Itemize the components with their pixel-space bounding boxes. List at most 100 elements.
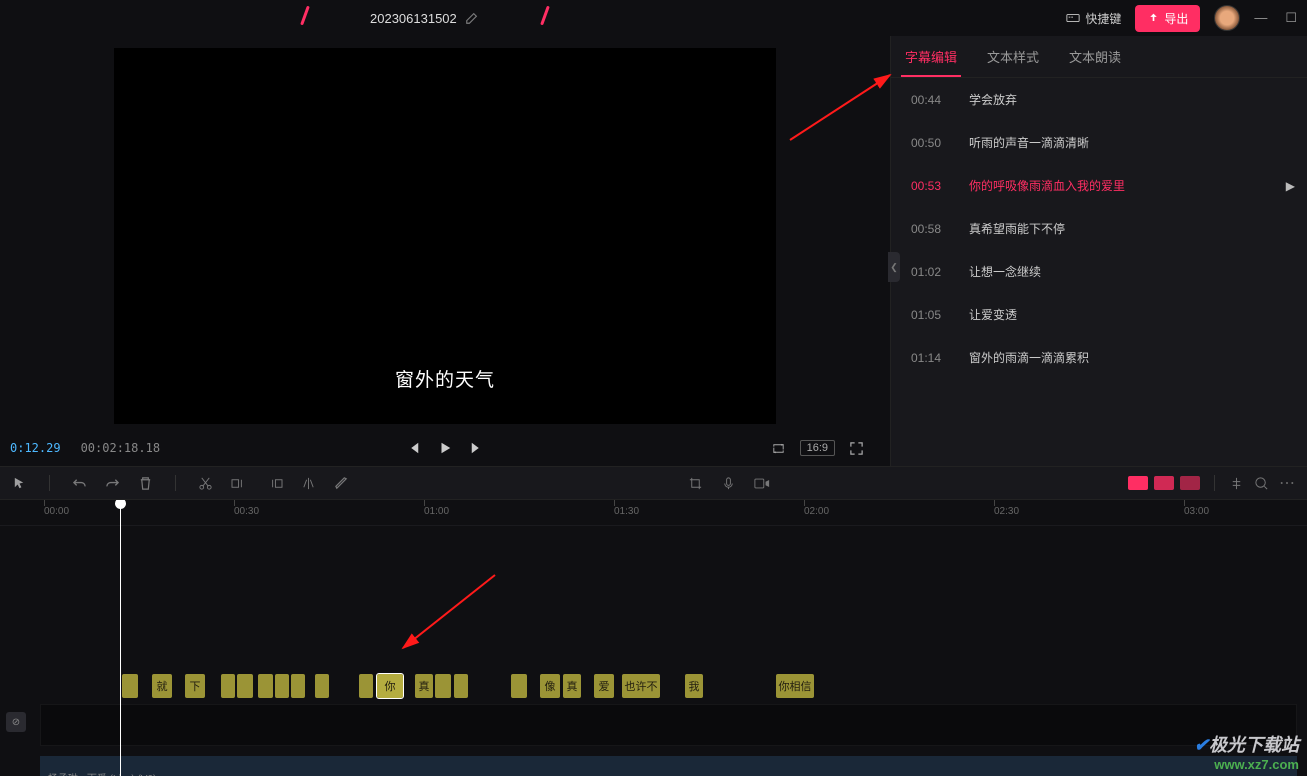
timeline-clip[interactable]	[258, 674, 273, 698]
subtitle-row[interactable]: 00:44学会放弃	[891, 78, 1307, 121]
subtitle-list[interactable]: 00:44学会放弃 00:50听雨的声音一滴滴清晰 00:53 你的呼吸像雨滴血入…	[891, 78, 1307, 438]
timeline-clip[interactable]	[435, 674, 451, 698]
timeline-clip[interactable]	[275, 674, 289, 698]
crop-icon[interactable]	[688, 476, 703, 491]
play-icon[interactable]: ▶	[1286, 179, 1295, 193]
timeline-clip[interactable]: 你相信	[776, 674, 814, 698]
delete-icon[interactable]	[138, 476, 153, 491]
export-button[interactable]: 导出	[1135, 5, 1200, 32]
timeline-clip[interactable]	[315, 674, 329, 698]
timeline-clip[interactable]	[511, 674, 527, 698]
timeline-clip[interactable]: 下	[185, 674, 205, 698]
track-toggle-3[interactable]	[1180, 476, 1200, 490]
cut-icon[interactable]	[198, 476, 213, 491]
subtitle-text: 真希望雨能下不停	[969, 220, 1065, 237]
mirror-icon[interactable]	[301, 476, 316, 491]
play-button[interactable]	[438, 441, 452, 455]
playhead[interactable]	[120, 500, 121, 776]
subtitle-text: 窗外的雨滴一滴滴累积	[969, 349, 1089, 366]
timeline-clip[interactable]	[454, 674, 468, 698]
pointer-icon[interactable]	[12, 476, 27, 491]
subtitle-text: 你的呼吸像雨滴血入我的爱里	[969, 177, 1125, 194]
ruler-tick: 01:30	[614, 506, 639, 517]
next-frame-button[interactable]	[470, 441, 484, 455]
avatar[interactable]	[1214, 5, 1240, 31]
keyboard-icon	[1066, 11, 1080, 25]
tab-subtitle-edit[interactable]: 字幕编辑	[901, 37, 961, 76]
minimize-button[interactable]: —	[1254, 10, 1267, 26]
video-preview[interactable]: 窗外的天气	[114, 48, 776, 424]
timeline-clip[interactable]	[237, 674, 253, 698]
ruler-tick: 01:00	[424, 506, 449, 517]
title-bar: 202306131502 快捷键 导出 — ☐	[0, 0, 1307, 36]
project-title[interactable]: 202306131502	[370, 11, 479, 26]
split-left-icon[interactable]	[231, 476, 248, 491]
more-icon[interactable]: ⋯	[1279, 473, 1295, 493]
preview-panel: 窗外的天气 0:12.29 00:02:18.18 16:9	[0, 36, 890, 466]
track-toggle-2[interactable]	[1154, 476, 1174, 490]
timeline-clip[interactable]	[291, 674, 305, 698]
subtitle-row[interactable]: 01:05让爱变透	[891, 293, 1307, 336]
undo-icon[interactable]	[72, 476, 87, 491]
tab-text-style[interactable]: 文本样式	[983, 37, 1043, 76]
annotation-arrow	[395, 570, 505, 665]
subtitle-track[interactable]: 就下你真像真爱也许不我你相信	[0, 674, 1307, 700]
track-toggle-1[interactable]	[1128, 476, 1148, 490]
ruler-tick: 00:00	[44, 506, 69, 517]
timeline[interactable]: 00:00 00:30 01:00 01:30 02:00 02:30 03:0…	[0, 500, 1307, 776]
subtitle-text: 学会放弃	[969, 91, 1017, 108]
ruler-tick: 02:00	[804, 506, 829, 517]
subtitle-panel: 字幕编辑 文本样式 文本朗读 00:44学会放弃 00:50听雨的声音一滴滴清晰…	[890, 36, 1307, 466]
blade-icon[interactable]	[334, 476, 349, 491]
timeline-clip[interactable]: 就	[152, 674, 172, 698]
redo-icon[interactable]	[105, 476, 120, 491]
main-area: 窗外的天气 0:12.29 00:02:18.18 16:9 ❮ 字幕编辑 文本…	[0, 36, 1307, 466]
zoom-icon[interactable]	[1254, 476, 1269, 491]
timeline-clip[interactable]: 我	[685, 674, 703, 698]
prev-frame-button[interactable]	[406, 441, 420, 455]
track-toggle-buttons[interactable]	[1128, 476, 1200, 490]
subtitle-text: 让爱变透	[969, 306, 1017, 323]
snap-icon[interactable]	[1229, 476, 1244, 491]
timeline-clip[interactable]: 像	[540, 674, 560, 698]
time-current: 0:12.29	[10, 441, 61, 455]
aspect-ratio[interactable]: 16:9	[800, 440, 835, 456]
audio-track[interactable]	[40, 756, 1297, 776]
subtitle-row[interactable]: 00:58真希望雨能下不停	[891, 207, 1307, 250]
annotation-arrow	[785, 70, 905, 155]
decoration-slash	[300, 6, 310, 26]
timeline-clip[interactable]: 真	[563, 674, 581, 698]
timeline-clip[interactable]: 爱	[594, 674, 614, 698]
timeline-clip[interactable]: 也许不	[622, 674, 660, 698]
subtitle-row[interactable]: 01:02 让想一念继续	[891, 250, 1307, 293]
timeline-clip[interactable]	[221, 674, 235, 698]
timeline-clip[interactable]	[359, 674, 373, 698]
tab-text-to-speech[interactable]: 文本朗读	[1065, 37, 1125, 76]
timeline-clip[interactable]: 你	[377, 674, 403, 698]
shortcut-label: 快捷键	[1085, 10, 1121, 27]
fullscreen-icon[interactable]	[849, 441, 864, 456]
edit-icon[interactable]	[465, 11, 479, 25]
loop-icon[interactable]	[771, 441, 786, 456]
track-lock-icon[interactable]: ⊘	[6, 712, 26, 732]
subtitle-row[interactable]: 00:50听雨的声音一滴滴清晰	[891, 121, 1307, 164]
subtitle-row[interactable]: 01:14 窗外的雨滴一滴滴累积	[891, 336, 1307, 379]
record-icon[interactable]	[754, 476, 770, 491]
ruler-tick: 00:30	[234, 506, 259, 517]
subtitle-time: 01:14	[911, 351, 947, 365]
split-right-icon[interactable]	[266, 476, 283, 491]
maximize-button[interactable]: ☐	[1285, 10, 1297, 26]
audio-clip-label: 杨丞琳 - 雨爱 (Live) (V0)	[48, 770, 156, 776]
subtitle-text: 让想一念继续	[969, 263, 1041, 280]
timeline-clip[interactable]: 真	[415, 674, 433, 698]
shortcut-button[interactable]: 快捷键	[1066, 10, 1121, 27]
mic-icon[interactable]	[721, 476, 736, 491]
timeline-clip[interactable]	[122, 674, 138, 698]
video-track-empty[interactable]	[40, 704, 1297, 746]
subtitle-time: 00:53	[911, 179, 947, 193]
timeline-ruler[interactable]: 00:00 00:30 01:00 01:30 02:00 02:30 03:0…	[0, 500, 1307, 526]
subtitle-time: 01:02	[911, 265, 947, 279]
decoration-slash	[540, 6, 550, 26]
panel-collapse-handle[interactable]: ❮	[888, 252, 900, 282]
subtitle-row[interactable]: 00:53 你的呼吸像雨滴血入我的爱里 ▶	[891, 164, 1307, 207]
